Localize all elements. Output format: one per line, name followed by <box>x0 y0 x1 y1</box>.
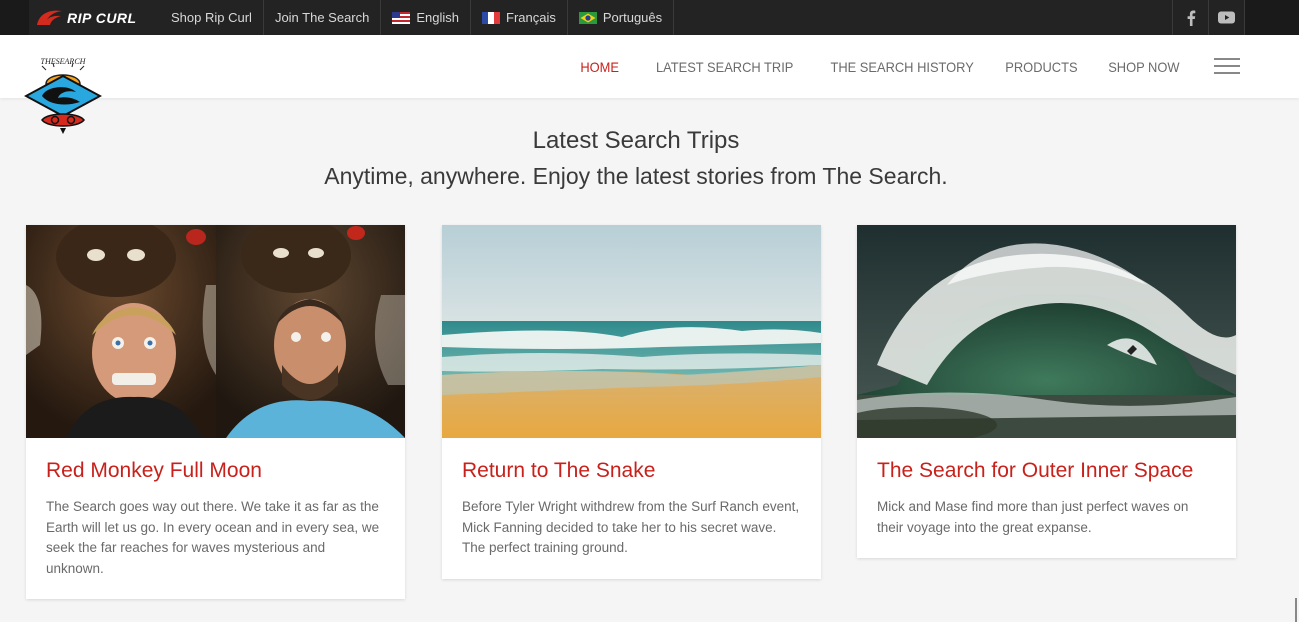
card-description: The Search goes way out there. We take i… <box>46 499 380 576</box>
topbar-divider-end <box>1244 0 1245 35</box>
language-french-link[interactable]: Français <box>470 0 567 35</box>
nav-latest-search-trip[interactable]: LATEST SEARCH TRIP <box>656 59 793 75</box>
portuguese-label: Português <box>602 10 663 25</box>
shop-ripcurl-link[interactable]: Shop Rip Curl <box>160 0 263 35</box>
trip-card-red-monkey[interactable]: Red Monkey Full Moon The Search goes way… <box>26 225 405 599</box>
page-title: Latest Search Trips <box>532 127 740 154</box>
join-the-search-label: Join The Search <box>274 10 370 25</box>
french-label: Français <box>506 10 556 25</box>
trip-card-outer-inner-space[interactable]: The Search for Outer Inner Space Mick an… <box>857 225 1236 558</box>
top-bar: RIP CURL Shop Rip Curl Join The Search E… <box>0 0 1299 35</box>
language-portuguese-link[interactable]: Português <box>566 0 673 35</box>
social-links <box>1172 0 1245 35</box>
facebook-link[interactable] <box>1172 0 1208 35</box>
card-title[interactable]: Red Monkey Full Moon <box>46 458 385 484</box>
us-flag-icon <box>392 11 411 24</box>
card-image-return-snake <box>442 225 821 438</box>
logo-red-base <box>41 113 85 127</box>
the-search-logo[interactable]: THESEARCH <box>24 52 102 136</box>
card-title[interactable]: Return to The Snake <box>462 458 801 484</box>
card-image-outer-inner-space <box>857 225 1236 438</box>
hamburger-line <box>1214 58 1240 60</box>
hamburger-menu-icon[interactable] <box>1214 58 1240 74</box>
main-nav: HOME LATEST SEARCH TRIP THE SEARCH HISTO… <box>552 35 1180 98</box>
surfers-masks-image <box>26 225 405 438</box>
nav-home[interactable]: HOME <box>580 59 619 75</box>
card-description: Before Tyler Wright withdrew from the Su… <box>462 499 800 555</box>
nav-products[interactable]: PRODUCTS <box>1005 59 1077 75</box>
english-label: English <box>416 10 460 25</box>
hamburger-line <box>1214 65 1240 67</box>
youtube-icon <box>1218 11 1235 24</box>
shop-ripcurl-label: Shop Rip Curl <box>171 10 252 25</box>
logo-tip <box>60 128 66 134</box>
brazil-flag-icon <box>578 11 597 24</box>
topbar-divider <box>673 0 675 35</box>
scrollbar-thumb[interactable] <box>1295 598 1297 622</box>
page-subtitle: Anytime, anywhere. Enjoy the latest stor… <box>324 163 948 189</box>
beach-waves-image <box>442 225 821 438</box>
france-flag-icon <box>482 11 501 24</box>
youtube-link[interactable] <box>1208 0 1244 35</box>
facebook-icon <box>1187 10 1195 26</box>
card-title[interactable]: The Search for Outer Inner Space <box>877 458 1216 484</box>
logo-script-text: THESEARCH <box>41 57 87 66</box>
card-image-red-monkey <box>26 225 405 438</box>
join-the-search-link[interactable]: Join The Search <box>262 0 380 35</box>
ripcurl-brand-logo[interactable]: RIP CURL <box>29 0 160 35</box>
brand-wordmark: RIP CURL <box>67 9 137 26</box>
logo-diamond <box>24 74 102 118</box>
language-english-link[interactable]: English <box>380 0 470 35</box>
ripcurl-wave-icon <box>37 10 62 25</box>
top-bar-inner: RIP CURL Shop Rip Curl Join The Search E… <box>29 0 1245 35</box>
trip-card-return-snake[interactable]: Return to The Snake Before Tyler Wright … <box>442 225 821 579</box>
hamburger-line <box>1214 72 1240 74</box>
big-wave-image <box>857 225 1236 438</box>
card-description: Mick and Mase find more than just perfec… <box>877 499 1189 535</box>
nav-the-search-history[interactable]: THE SEARCH HISTORY <box>831 59 974 75</box>
nav-shop-now[interactable]: SHOP NOW <box>1109 59 1180 75</box>
